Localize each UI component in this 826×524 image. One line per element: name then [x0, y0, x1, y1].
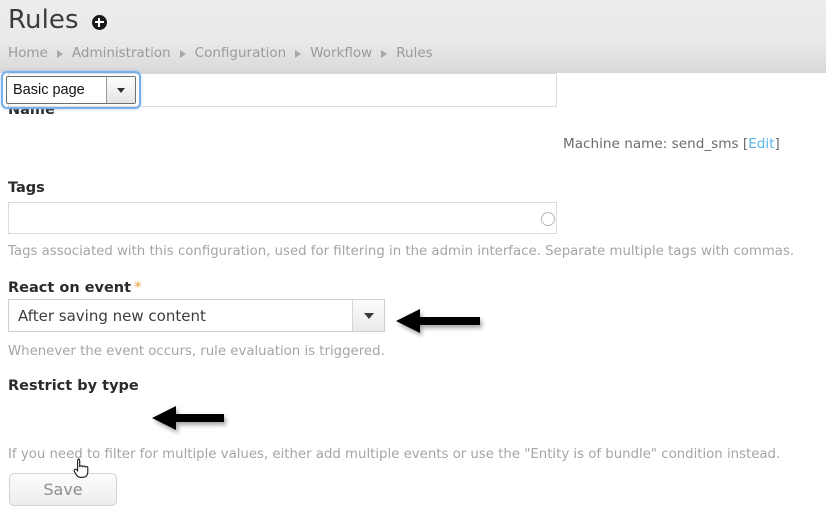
restrict-by-type-focus-ring: Basic page — [3, 73, 139, 107]
react-on-event-description: Whenever the event occurs, rule evaluati… — [8, 343, 385, 360]
restrict-by-type-label-text: Restrict by type — [8, 378, 139, 394]
breadcrumb-item-home[interactable]: Home — [8, 44, 48, 62]
breadcrumb-item-rules: Rules — [396, 44, 432, 62]
page-title: Rules — [8, 4, 79, 36]
tags-description: Tags associated with this configuration,… — [8, 243, 794, 260]
react-on-event-selected-value: After saving new content — [9, 300, 352, 331]
machine-name-edit-link[interactable]: Edit — [748, 136, 774, 152]
save-button[interactable]: Save — [9, 473, 117, 506]
breadcrumb-separator-icon — [295, 50, 301, 58]
react-on-event-select[interactable]: After saving new content — [8, 299, 385, 332]
react-on-event-field-label: React on event* — [8, 278, 142, 297]
breadcrumb-separator-icon — [381, 50, 387, 58]
react-on-event-dropdown-button[interactable] — [352, 300, 384, 331]
chevron-down-icon — [364, 313, 374, 319]
restrict-by-type-selected-value: Basic page — [7, 77, 106, 103]
plus-circle-icon[interactable] — [92, 15, 107, 30]
tags-field-label: Tags — [8, 179, 45, 197]
title-row: Rules — [8, 0, 107, 40]
machine-name-display: Machine name: send_sms [Edit] — [563, 135, 780, 153]
required-marker: * — [134, 278, 142, 296]
chevron-down-icon — [117, 88, 125, 93]
rule-edit-form: Name* Machine name: send_sms [Edit] Tags… — [0, 73, 826, 524]
restrict-by-type-select[interactable]: Basic page — [6, 76, 136, 104]
react-on-event-label-text: React on event — [8, 280, 131, 296]
restrict-by-type-field-label: Restrict by type — [8, 377, 139, 395]
machine-name-bracket-close: ] — [775, 136, 780, 152]
annotation-arrow-restrict-by-type — [152, 405, 224, 431]
annotation-arrow-react-on-event — [396, 308, 480, 334]
tags-input[interactable] — [8, 202, 557, 234]
breadcrumb-item-administration[interactable]: Administration — [72, 44, 171, 62]
restrict-by-type-dropdown-button[interactable] — [106, 77, 135, 103]
restrict-by-type-description: If you need to filter for multiple value… — [8, 446, 780, 463]
breadcrumb-separator-icon — [57, 50, 63, 58]
breadcrumb-item-workflow[interactable]: Workflow — [310, 44, 372, 62]
autocomplete-throbber-icon — [541, 212, 555, 226]
page-header: Rules Home Administration Configuration … — [0, 0, 826, 73]
breadcrumb-separator-icon — [180, 50, 186, 58]
machine-name-text: Machine name: send_sms — [563, 136, 743, 152]
tags-label-text: Tags — [8, 180, 45, 196]
breadcrumb: Home Administration Configuration Workfl… — [8, 44, 433, 62]
breadcrumb-item-configuration[interactable]: Configuration — [195, 44, 287, 62]
